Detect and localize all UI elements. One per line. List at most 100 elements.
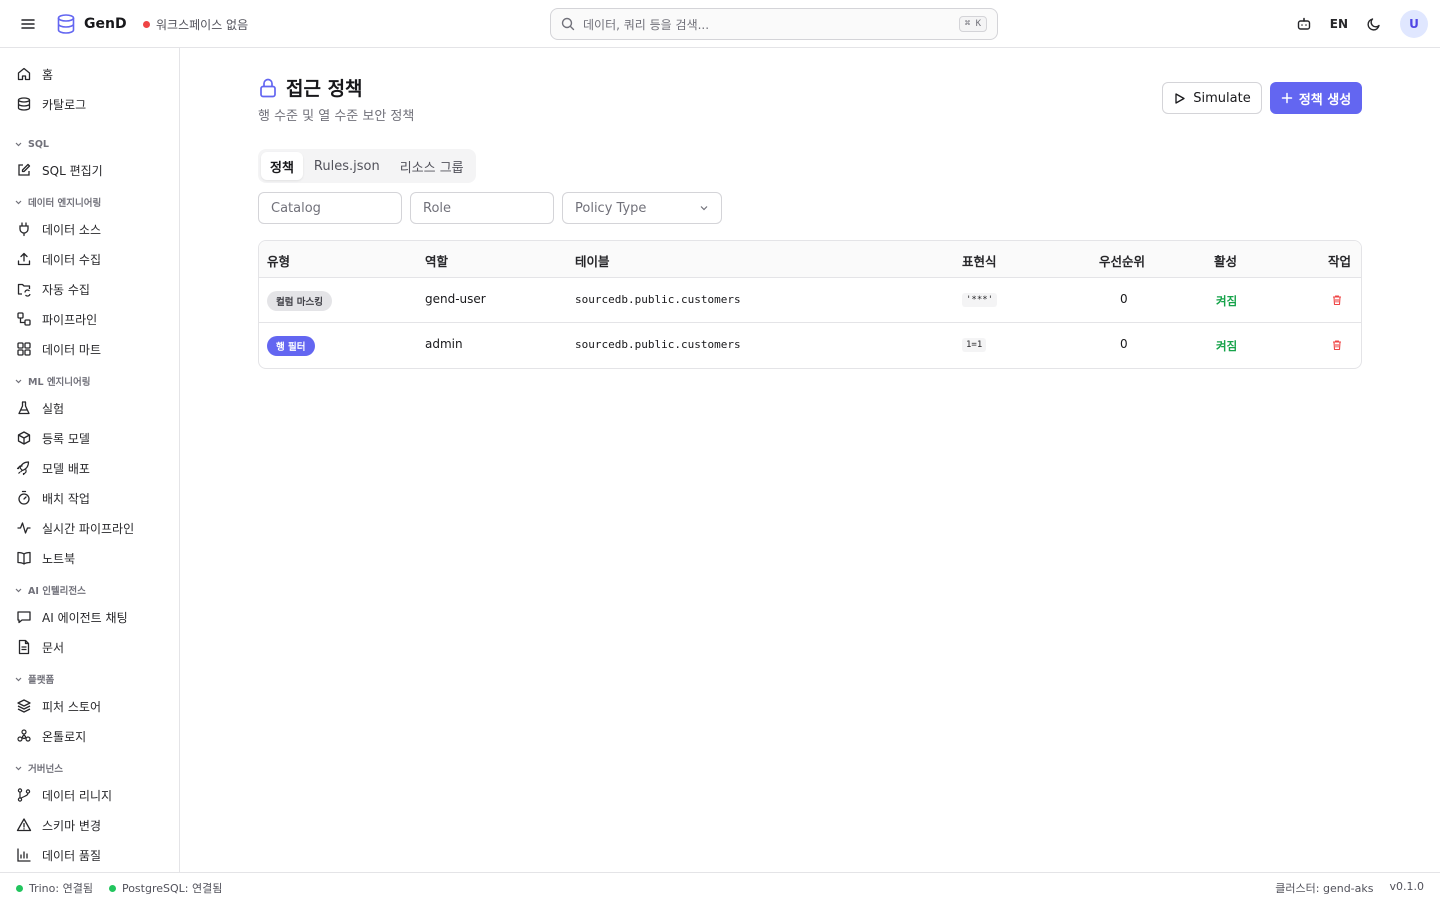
sidebar-item-label: 문서	[42, 640, 65, 655]
search-shortcut: ⌘ K	[958, 16, 987, 32]
section-data-engineering[interactable]: 데이터 엔지니어링	[14, 195, 101, 209]
sidebar-item-data-lineage[interactable]: 데이터 리니지	[16, 783, 176, 807]
workspace-indicator[interactable]: 워크스페이스 없음	[143, 16, 248, 33]
policy-type-select[interactable]: Policy Type	[562, 192, 722, 224]
sidebar-item-realtime-pipeline[interactable]: 실시간 파이프라인	[16, 516, 176, 540]
sidebar-item-schema-change[interactable]: 스키마 변경	[16, 813, 176, 837]
section-ml-engineering[interactable]: ML 엔지니어링	[14, 374, 91, 388]
section-ai-intelligence[interactable]: AI 인텔리전스	[14, 583, 86, 597]
tab-resource-groups[interactable]: 리소스 그룹	[391, 152, 473, 180]
header-priority: 우선순위	[1099, 254, 1146, 269]
sidebar-item-data-mart[interactable]: 데이터 마트	[16, 337, 176, 361]
chat-icon	[16, 609, 32, 625]
sidebar-item-model-deploy[interactable]: 모델 배포	[16, 456, 176, 480]
sidebar-item-data-quality[interactable]: 데이터 품질	[16, 843, 176, 867]
sidebar-item-catalog[interactable]: 카탈로그	[16, 92, 176, 116]
header-table: 테이블	[575, 254, 610, 269]
user-avatar[interactable]: U	[1400, 10, 1428, 38]
table-row[interactable]: 컬럼 마스킹 gend-user sourcedb.public.custome…	[259, 278, 1361, 323]
sidebar-item-label: 카탈로그	[42, 97, 87, 112]
create-policy-label: 정책 생성	[1298, 92, 1352, 108]
layers-icon	[16, 698, 32, 714]
sidebar-item-sql-editor[interactable]: SQL 편집기	[16, 158, 176, 182]
section-title: AI 인텔리전스	[28, 586, 86, 597]
sidebar-item-label: AI 에이전트 채팅	[42, 610, 128, 625]
section-platform[interactable]: 플랫폼	[14, 672, 54, 686]
table-cell: sourcedb.public.customers	[575, 293, 741, 306]
page-title: 접근 정책	[286, 78, 363, 100]
bot-icon[interactable]	[1296, 16, 1312, 32]
active-toggle[interactable]: 켜짐	[1216, 338, 1237, 354]
sidebar-item-notebook[interactable]: 노트북	[16, 546, 176, 570]
trash-icon[interactable]	[1331, 339, 1343, 351]
active-toggle[interactable]: 켜짐	[1216, 293, 1237, 309]
policy-type-badge: 행 필터	[267, 336, 315, 356]
sidebar-item-ai-agent-chat[interactable]: AI 에이전트 채팅	[16, 605, 176, 629]
section-sql[interactable]: SQL	[14, 137, 49, 151]
plus-icon	[1281, 92, 1293, 104]
simulate-button[interactable]: Simulate	[1162, 82, 1262, 114]
sidebar-item-ontology[interactable]: 온톨로지	[16, 724, 176, 748]
sidebar-item-docs[interactable]: 문서	[16, 635, 176, 659]
header-type: 유형	[267, 254, 291, 269]
sidebar-item-home[interactable]: 홈	[16, 62, 176, 86]
chevron-down-icon	[14, 675, 23, 684]
edit-icon	[16, 162, 32, 178]
sidebar-item-label: SQL 편집기	[42, 163, 103, 178]
simulate-label: Simulate	[1193, 90, 1251, 106]
menu-icon[interactable]	[18, 14, 38, 34]
sidebar-item-label: 데이터 소스	[42, 222, 102, 237]
sidebar-item-pipeline[interactable]: 파이프라인	[16, 307, 176, 331]
activity-icon	[16, 520, 32, 536]
play-icon	[1173, 92, 1186, 105]
sidebar-item-data-source[interactable]: 데이터 소스	[16, 217, 176, 241]
sidebar-item-registered-models[interactable]: 등록 모델	[16, 426, 176, 450]
section-governance[interactable]: 거버넌스	[14, 761, 63, 775]
sidebar-item-label: 데이터 마트	[42, 342, 102, 357]
policy-tabs: 정책 Rules.json 리소스 그룹	[258, 149, 476, 183]
sidebar-item-label: 홈	[42, 67, 54, 82]
app-logo[interactable]: GenD	[56, 13, 127, 35]
role-filter-input[interactable]: Role	[410, 192, 554, 224]
table-row[interactable]: 행 필터 admin sourcedb.public.customers 1=1…	[259, 323, 1361, 368]
language-toggle[interactable]: EN	[1330, 17, 1348, 31]
chevron-down-icon	[14, 198, 23, 207]
expression-cell: '***'	[962, 293, 998, 307]
sidebar-item-label: 자동 수집	[42, 282, 90, 297]
sidebar-item-label: 모델 배포	[42, 461, 90, 476]
database-icon	[16, 96, 32, 112]
sidebar-item-auto-ingest[interactable]: 자동 수집	[16, 277, 176, 301]
global-search[interactable]: 데이터, 쿼리 등을 검색... ⌘ K	[550, 8, 998, 40]
home-icon	[16, 66, 32, 82]
tab-policies[interactable]: 정책	[261, 152, 303, 180]
lock-icon	[258, 77, 278, 99]
sidebar-item-batch-job[interactable]: 배치 작업	[16, 486, 176, 510]
priority-cell: 0	[1120, 337, 1128, 351]
sidebar-item-experiment[interactable]: 실험	[16, 396, 176, 420]
top-bar: GenD 워크스페이스 없음 데이터, 쿼리 등을 검색... ⌘ K EN U	[0, 0, 1440, 48]
priority-cell: 0	[1120, 292, 1128, 306]
search-input[interactable]: 데이터, 쿼리 등을 검색...	[583, 16, 951, 33]
tab-rules-json[interactable]: Rules.json	[305, 152, 389, 180]
timer-icon	[16, 490, 32, 506]
version-label: v0.1.0	[1389, 880, 1425, 893]
workspace-status-dot	[143, 21, 150, 28]
moon-icon[interactable]	[1366, 16, 1382, 32]
sidebar-item-label: 배치 작업	[42, 491, 90, 506]
create-policy-button[interactable]: 정책 생성	[1270, 82, 1362, 114]
role-cell: admin	[425, 337, 463, 351]
git-branch-icon	[16, 787, 32, 803]
top-right-actions: EN U	[1296, 10, 1428, 38]
sidebar-item-label: 온톨로지	[42, 729, 87, 744]
trash-icon[interactable]	[1331, 294, 1343, 306]
chevron-down-icon	[14, 140, 23, 149]
sidebar: 홈 카탈로그 SQL SQL 편집기 데이터 엔지니어링 데이터 소스 데이터 …	[0, 48, 180, 872]
chevron-down-icon	[14, 377, 23, 386]
policy-type-badge: 컬럼 마스킹	[267, 291, 333, 311]
sidebar-item-feature-store[interactable]: 피처 스토어	[16, 694, 176, 718]
table-cell: sourcedb.public.customers	[575, 338, 741, 351]
catalog-filter-input[interactable]: Catalog	[258, 192, 402, 224]
sidebar-item-data-ingest[interactable]: 데이터 수집	[16, 247, 176, 271]
section-title: 데이터 엔지니어링	[28, 198, 102, 209]
sidebar-item-label: 스키마 변경	[42, 818, 102, 833]
